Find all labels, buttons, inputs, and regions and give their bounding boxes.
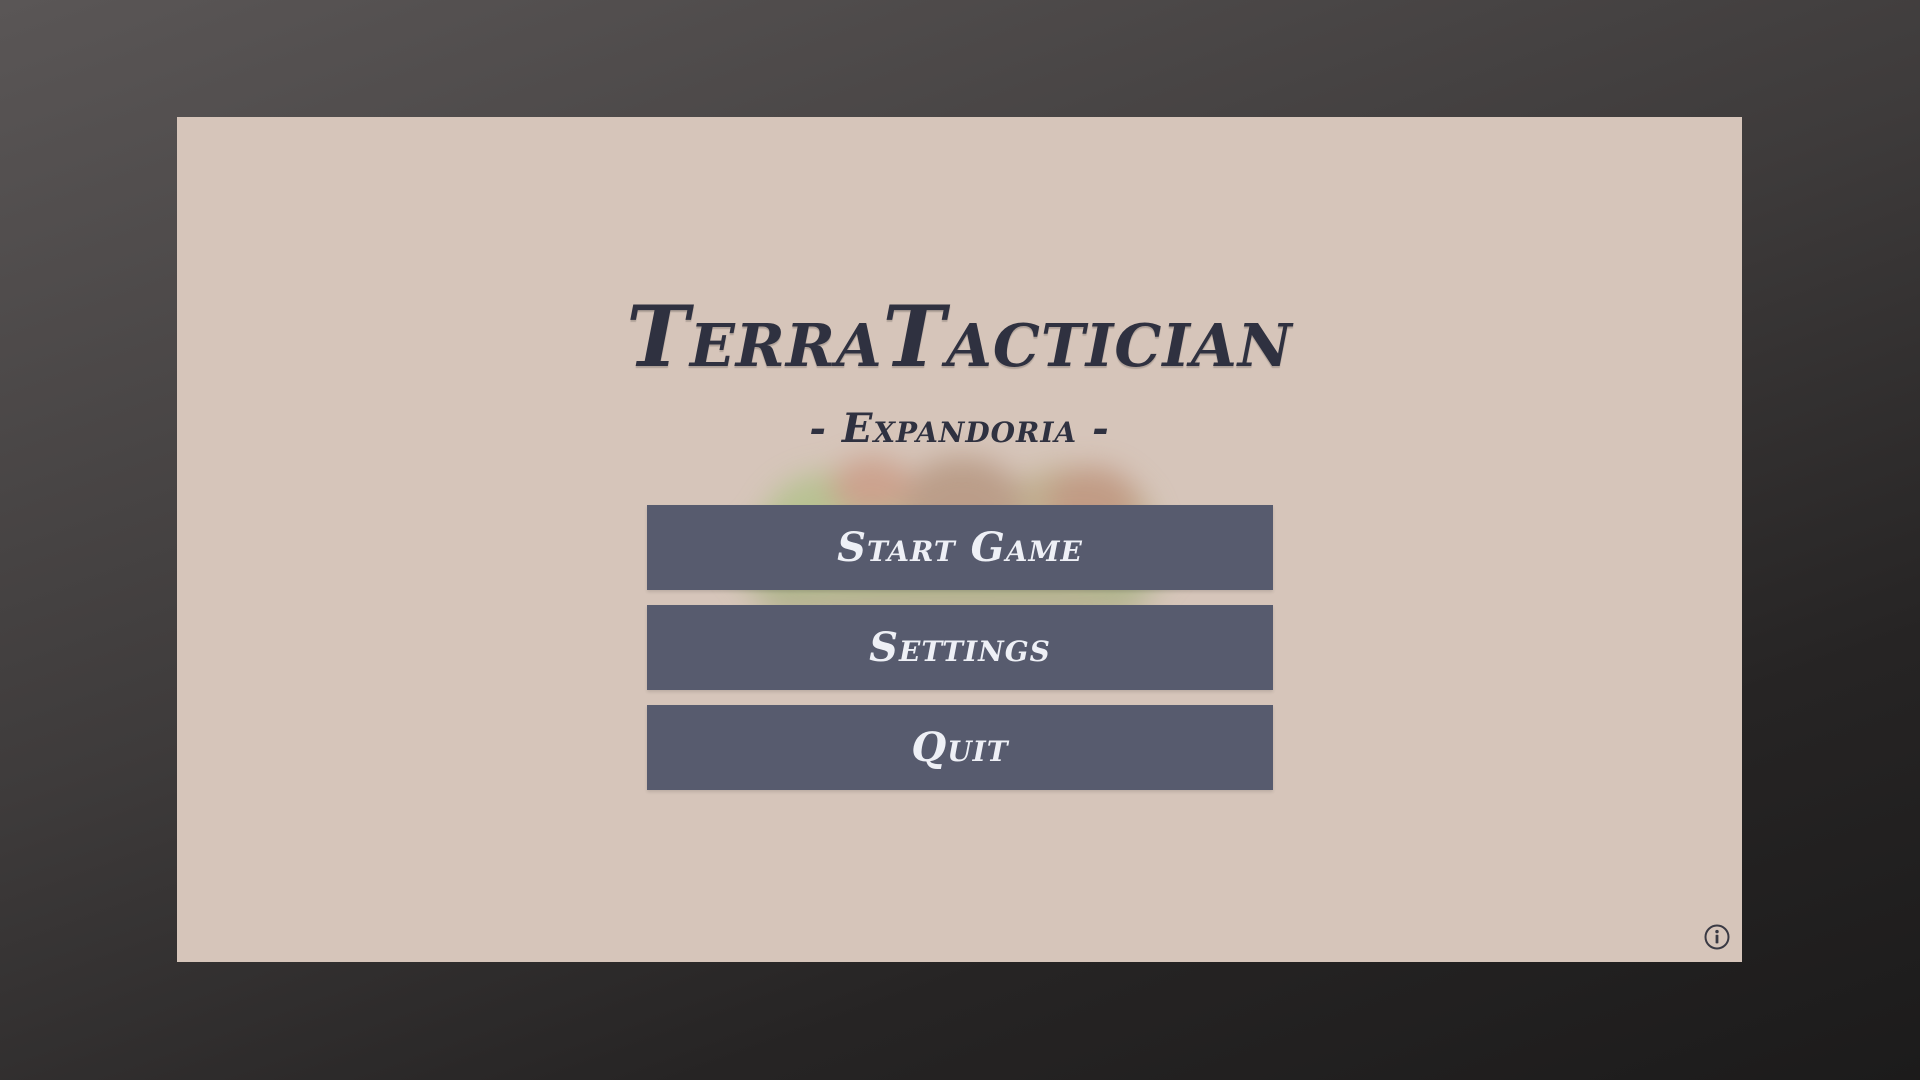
game-subtitle: - Expandoria - [809,405,1110,452]
main-menu: Start Game Settings Quit [647,505,1273,805]
game-window: TerraTactician - Expandoria - Start Game… [177,117,1742,962]
settings-button[interactable]: Settings [647,605,1273,690]
game-title: TerraTactician [626,287,1293,386]
info-icon [1704,924,1730,950]
quit-button[interactable]: Quit [647,705,1273,790]
start-game-button[interactable]: Start Game [647,505,1273,590]
title-block: TerraTactician - Expandoria - [177,295,1742,449]
info-button[interactable] [1702,922,1732,952]
